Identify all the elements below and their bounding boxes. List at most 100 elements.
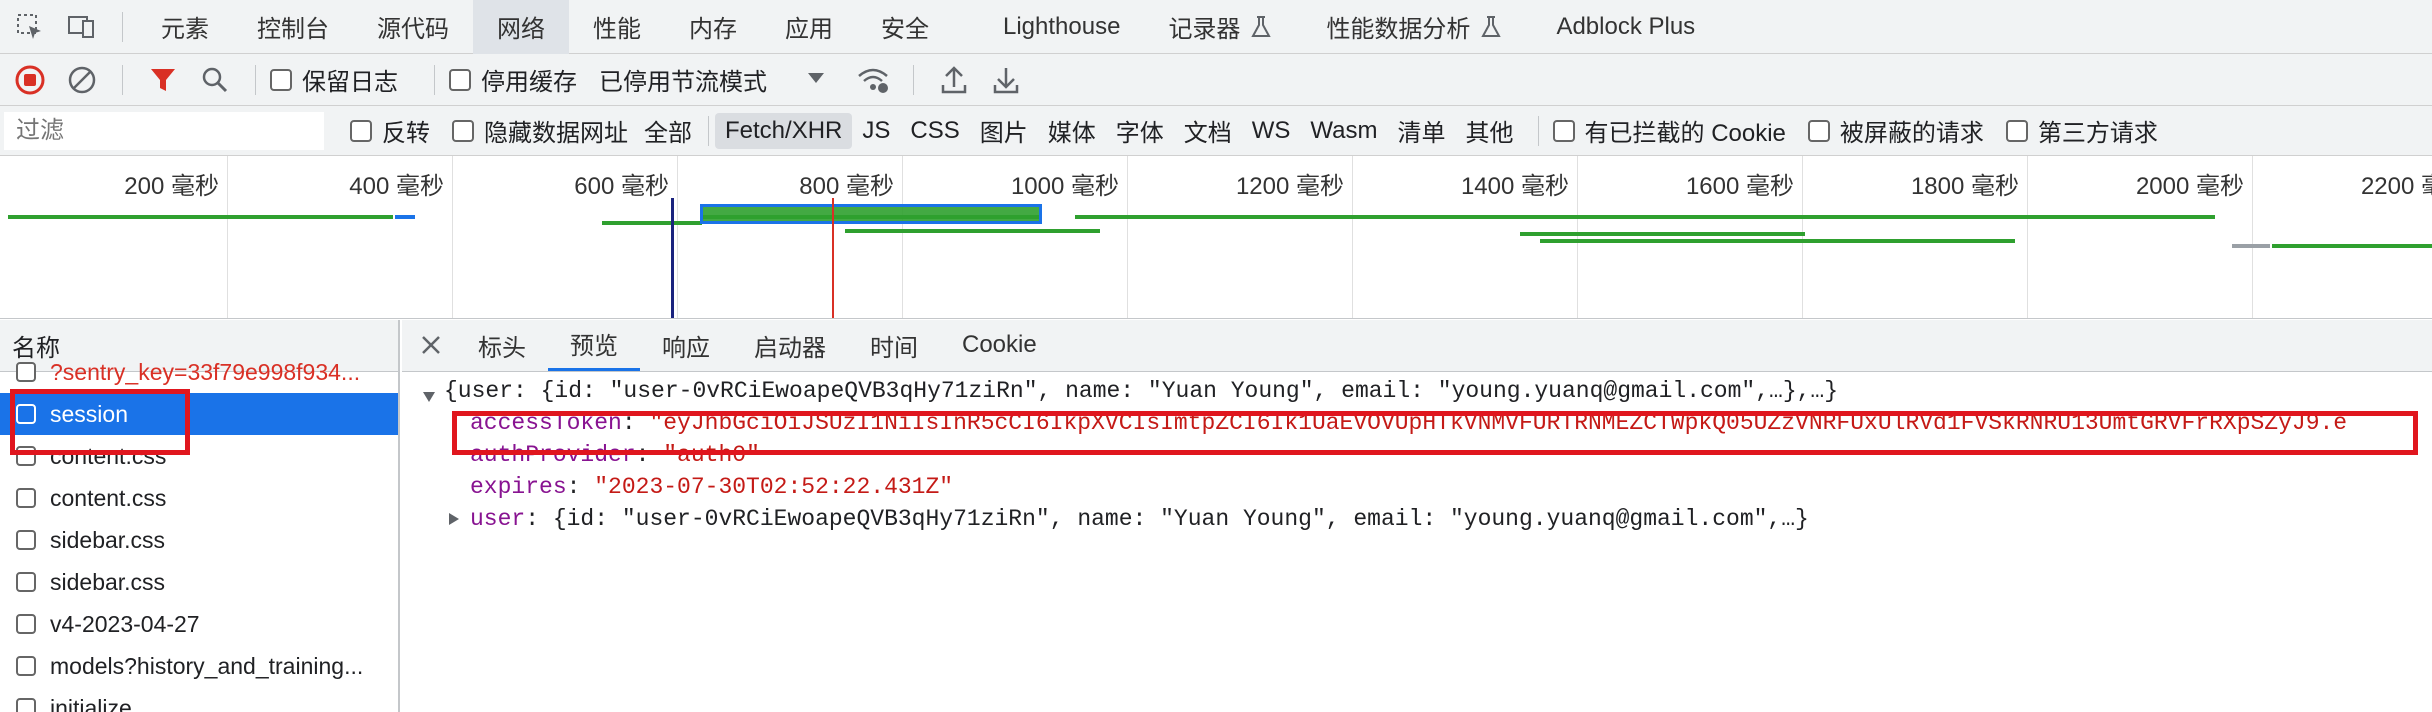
expires-value: "2023-07-30T02:52:22.431Z" <box>594 474 954 500</box>
disable-cache-label: 停用缓存 <box>481 69 577 96</box>
timeline-tick-label: 1200 毫秒 <box>1235 173 1344 200</box>
inspect-element-icon[interactable] <box>10 7 50 47</box>
search-icon[interactable] <box>195 60 235 100</box>
timeline-gridline <box>2027 156 2028 318</box>
detail-tab-0[interactable]: 标头 <box>456 320 548 371</box>
type-filter-4[interactable]: 图片 <box>970 109 1038 152</box>
third-party-checkbox[interactable]: 第三方请求 <box>2005 113 2158 148</box>
hide-data-urls-checkbox[interactable]: 隐藏数据网址 <box>452 113 628 148</box>
checkbox[interactable] <box>16 698 36 712</box>
request-name: ?sentry_key=33f79e998f934... <box>50 358 361 385</box>
request-row[interactable]: content.css <box>0 477 398 519</box>
experiment-flask-icon <box>1250 0 1272 54</box>
tab-9[interactable]: 记录器 <box>1144 0 1250 54</box>
request-row[interactable]: v4-2023-04-27 <box>0 603 398 645</box>
type-filter-7[interactable]: 文档 <box>1174 109 1242 152</box>
detail-tab-2[interactable]: 响应 <box>640 320 732 371</box>
request-name: sidebar.css <box>50 568 166 595</box>
detail-tab-4[interactable]: 时间 <box>848 320 940 371</box>
divider <box>434 64 435 95</box>
type-filter-8[interactable]: WS <box>1242 113 1301 149</box>
checkbox[interactable] <box>16 530 36 550</box>
type-filter-11[interactable]: 其他 <box>1456 109 1524 152</box>
tab-3[interactable]: 网络 <box>473 0 569 54</box>
timeline-tick-label: 1400 毫秒 <box>1460 173 1569 200</box>
request-row[interactable]: models?history_and_training... <box>0 645 398 687</box>
selected-request-highlight <box>700 204 1042 224</box>
stop-recording-icon[interactable] <box>10 60 50 100</box>
type-filter-9[interactable]: Wasm <box>1300 113 1387 149</box>
invert-label: 反转 <box>382 120 430 147</box>
throttling-select[interactable]: 已停用节流模式 <box>599 62 825 97</box>
detail-tab-3[interactable]: 启动器 <box>732 320 848 371</box>
timeline-gridline <box>902 156 903 318</box>
request-row[interactable]: sidebar.css <box>0 519 398 561</box>
close-icon[interactable] <box>402 320 456 371</box>
checkbox[interactable] <box>452 119 474 142</box>
request-row[interactable]: initialize <box>0 687 398 712</box>
checkbox[interactable] <box>350 119 372 142</box>
export-har-icon[interactable] <box>986 60 1026 100</box>
tab-1[interactable]: 控制台 <box>233 0 353 54</box>
network-conditions-icon[interactable] <box>853 60 893 100</box>
expand-triangle-icon[interactable] <box>422 390 436 408</box>
type-filter-10[interactable]: 清单 <box>1388 109 1456 152</box>
checkbox[interactable] <box>449 68 471 91</box>
checkbox[interactable] <box>16 656 36 676</box>
blocked-cookies-checkbox[interactable]: 有已拦截的 Cookie <box>1552 113 1786 148</box>
collapsed-triangle-icon[interactable] <box>448 512 460 531</box>
tab-7[interactable]: 安全 <box>857 0 953 54</box>
checkbox[interactable] <box>1807 119 1830 142</box>
tab-2[interactable]: 源代码 <box>353 0 473 54</box>
timeline-tick-label: 2200 毫秒 <box>2360 173 2432 200</box>
invert-checkbox[interactable]: 反转 <box>350 113 430 148</box>
filter-input[interactable] <box>4 111 324 150</box>
user-row[interactable]: user: {id: "user-0vRCiEwoapeQVB3qHy71ziR… <box>470 506 1809 532</box>
detail-tab-5[interactable]: Cookie <box>940 320 1059 371</box>
expires-row[interactable]: expires: "2023-07-30T02:52:22.431Z" <box>470 474 953 500</box>
checkbox[interactable] <box>16 488 36 508</box>
timeline-request-bar <box>1540 239 2015 243</box>
tab-4[interactable]: 性能 <box>569 0 665 54</box>
device-toolbar-icon[interactable] <box>62 7 102 47</box>
type-filter-0[interactable]: 全部 <box>634 109 702 152</box>
tab-5[interactable]: 内存 <box>665 0 761 54</box>
blocked-requests-checkbox[interactable]: 被屏蔽的请求 <box>1807 113 1984 148</box>
clear-icon[interactable] <box>62 60 102 100</box>
checkbox[interactable] <box>270 68 292 91</box>
request-row[interactable]: sidebar.css <box>0 561 398 603</box>
timeline-gridline <box>227 156 228 318</box>
request-row[interactable]: ?sentry_key=33f79e998f934... <box>0 351 398 393</box>
type-filter-2[interactable]: JS <box>852 113 900 149</box>
type-filter-5[interactable]: 媒体 <box>1038 109 1106 152</box>
filter-bar: 反转 隐藏数据网址 全部 Fetch/XHRJSCSS图片媒体字体文档WSWasm… <box>0 106 2432 156</box>
colon: : <box>566 474 595 500</box>
filter-icon[interactable] <box>143 60 183 100</box>
detail-tab-1[interactable]: 预览 <box>548 320 640 371</box>
preserve-log-checkbox[interactable]: 保留日志 <box>270 62 398 97</box>
checkbox[interactable] <box>2005 119 2028 142</box>
type-filter-1[interactable]: Fetch/XHR <box>715 112 853 149</box>
tab-6[interactable]: 应用 <box>761 0 857 54</box>
throttling-value: 已停用节流模式 <box>599 69 767 96</box>
checkbox[interactable] <box>16 572 36 592</box>
preview-summary[interactable]: {user: {id: "user-0vRCiEwoapeQVB3qHy71zi… <box>444 378 1838 404</box>
network-overview-timeline[interactable]: 200 毫秒 400 毫秒 600 毫秒 800 毫秒 1000 毫秒 1200 毫秒 14… <box>0 156 2432 319</box>
timeline-request-bar <box>395 215 415 219</box>
tab-8[interactable]: Lighthouse <box>979 0 1144 54</box>
type-filter-6[interactable]: 字体 <box>1106 109 1174 152</box>
tab-0[interactable]: 元素 <box>137 0 233 54</box>
timeline-request-bar <box>845 229 1100 233</box>
checkbox[interactable] <box>16 362 36 382</box>
checkbox[interactable] <box>1552 119 1575 142</box>
load-event-marker <box>832 198 834 318</box>
expires-key: expires <box>470 474 567 500</box>
timeline-tick-label: 1600 毫秒 <box>1685 173 1794 200</box>
tab-11[interactable]: Adblock Plus <box>1532 0 1719 54</box>
checkbox[interactable] <box>16 614 36 634</box>
timeline-gridline <box>452 156 453 318</box>
import-har-icon[interactable] <box>934 60 974 100</box>
tab-10[interactable]: 性能数据分析 <box>1302 0 1480 54</box>
type-filter-3[interactable]: CSS <box>900 113 969 149</box>
disable-cache-checkbox[interactable]: 停用缓存 <box>449 62 577 97</box>
